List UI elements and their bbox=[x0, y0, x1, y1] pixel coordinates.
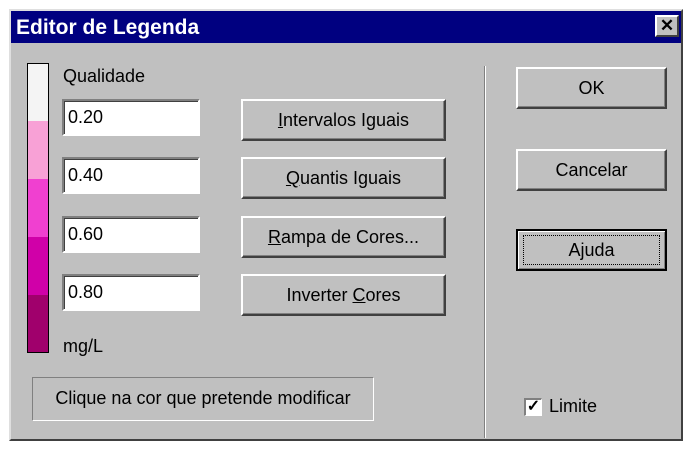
focus-rectangle bbox=[523, 235, 660, 265]
cancel-label: Cancelar bbox=[555, 160, 628, 180]
equal-quantiles-button[interactable]: Quantis Iguais bbox=[241, 157, 446, 199]
break-value-field-4[interactable]: 0.80 bbox=[62, 274, 200, 311]
break-value-field-1[interactable]: 0.20 bbox=[62, 99, 200, 136]
help-button[interactable]: Ajuda bbox=[516, 229, 667, 271]
unit-label: mg/L bbox=[63, 336, 104, 356]
legend-color-bar bbox=[27, 63, 49, 353]
title-bar[interactable]: Editor de Legenda ✕ bbox=[11, 11, 681, 43]
equal-quantiles-label: Quantis Iguais bbox=[285, 168, 402, 188]
equal-intervals-label: Intervalos Iguais bbox=[277, 110, 410, 130]
dialog-title: Editor de Legenda bbox=[16, 16, 200, 39]
color-swatch-4[interactable] bbox=[28, 237, 48, 295]
hint-text: Clique na cor que pretende modificar bbox=[55, 388, 351, 408]
invert-colors-button[interactable]: Inverter Cores bbox=[241, 274, 446, 316]
limit-checkbox[interactable]: ✓ bbox=[524, 398, 542, 416]
equal-intervals-button[interactable]: Intervalos Iguais bbox=[241, 99, 446, 141]
invert-colors-label: Inverter Cores bbox=[286, 285, 401, 305]
hint-panel: Clique na cor que pretende modificar bbox=[32, 377, 374, 421]
ok-button[interactable]: OK bbox=[516, 67, 667, 109]
ok-label: OK bbox=[578, 78, 605, 98]
legend-header-label: Qualidade bbox=[63, 66, 146, 86]
color-swatch-2[interactable] bbox=[28, 121, 48, 179]
vertical-separator bbox=[484, 66, 485, 438]
color-swatch-1[interactable] bbox=[28, 64, 48, 121]
color-ramp-button[interactable]: Rampa de Cores... bbox=[241, 216, 446, 258]
limit-label[interactable]: Limite bbox=[549, 396, 597, 417]
color-swatch-3[interactable] bbox=[28, 179, 48, 237]
legend-editor-dialog: Editor de Legenda ✕ Qualidade 0.20 0.40 … bbox=[9, 9, 683, 441]
checkmark-icon: ✓ bbox=[526, 398, 541, 415]
close-button[interactable]: ✕ bbox=[655, 15, 679, 37]
break-value-field-3[interactable]: 0.60 bbox=[62, 216, 200, 253]
close-icon: ✕ bbox=[659, 16, 675, 35]
break-value-field-2[interactable]: 0.40 bbox=[62, 157, 200, 194]
cancel-button[interactable]: Cancelar bbox=[516, 149, 667, 191]
color-swatch-5[interactable] bbox=[28, 295, 48, 352]
color-ramp-label: Rampa de Cores... bbox=[267, 227, 420, 247]
